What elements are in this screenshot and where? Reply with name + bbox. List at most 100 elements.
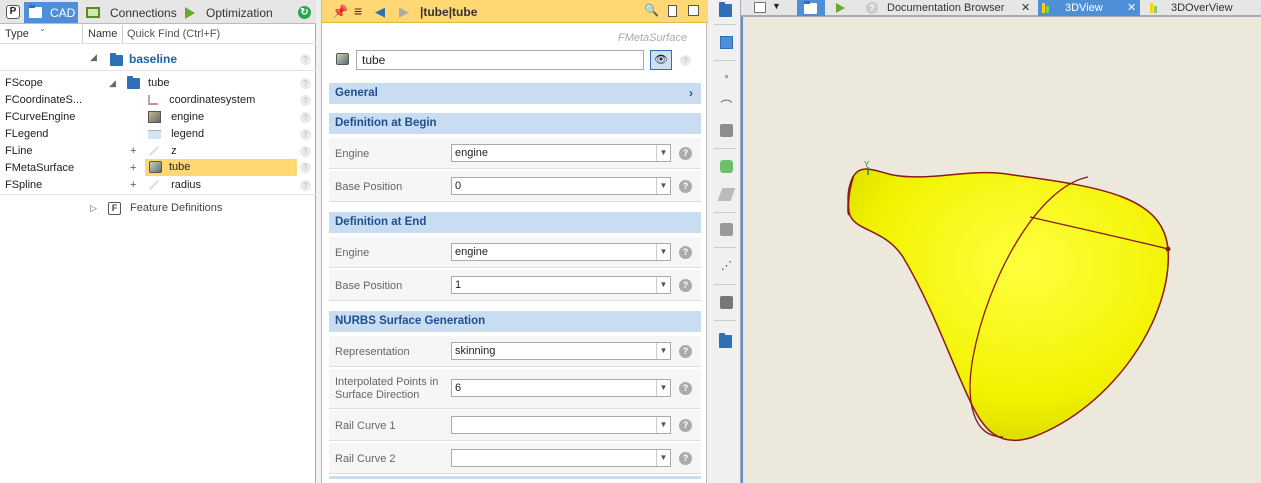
chevron-down-icon[interactable]: ▼: [656, 343, 670, 359]
surface-tool-icon[interactable]: [720, 124, 733, 137]
section-general[interactable]: General ›: [329, 83, 701, 104]
tree-item-coordinatesystem[interactable]: coordinatesystem: [148, 92, 255, 109]
header-type[interactable]: Type: [5, 25, 29, 43]
chevron-right-icon[interactable]: ›: [689, 83, 693, 104]
quick-find-input[interactable]: Quick Find (Ctrl+F): [127, 25, 220, 43]
refresh-icon[interactable]: ↻: [298, 6, 311, 19]
visibility-eye-icon[interactable]: 👁: [650, 50, 672, 70]
begin-engine-select[interactable]: engine ▼: [451, 144, 671, 162]
help-icon[interactable]: ?: [679, 279, 692, 292]
type-item[interactable]: FLine: [5, 143, 33, 160]
header-name[interactable]: Name: [88, 25, 117, 43]
point-tool-icon[interactable]: ∘: [720, 72, 733, 85]
begin-base-select[interactable]: 0 ▼: [451, 177, 671, 195]
document-icon[interactable]: [668, 5, 677, 17]
plane-tool-icon[interactable]: [717, 188, 736, 201]
object-tool-icon[interactable]: [720, 223, 733, 236]
section-general-label: General: [335, 87, 378, 99]
chevron-down-icon[interactable]: ▼: [656, 145, 670, 161]
menu-icon[interactable]: ≡: [354, 3, 362, 19]
help-icon[interactable]: ?: [679, 147, 692, 160]
3d-viewport[interactable]: Y: [741, 16, 1261, 483]
end-engine-select[interactable]: engine ▼: [451, 243, 671, 261]
folder-icon[interactable]: [719, 2, 732, 17]
layout-icon[interactable]: [754, 2, 766, 13]
collapse-triangle-icon[interactable]: ◢: [90, 52, 97, 63]
chevron-down-icon[interactable]: ▼: [656, 244, 670, 260]
curve-tool-icon[interactable]: ⌒: [720, 97, 733, 113]
tree-item-legend[interactable]: legend: [148, 126, 204, 143]
type-item[interactable]: FScope: [5, 75, 43, 92]
feature-definitions-row[interactable]: ▷ F Feature Definitions: [90, 200, 222, 217]
tab-optimization[interactable]: Optimization: [180, 2, 275, 23]
rail2-select[interactable]: ▼: [451, 449, 671, 467]
tab-connections[interactable]: Connections: [82, 2, 177, 23]
help-icon[interactable]: ?: [679, 419, 692, 432]
baseline-row[interactable]: ◢ baseline ?: [0, 47, 316, 71]
tab-folder[interactable]: [797, 0, 825, 16]
section-begin: Definition at Begin: [329, 113, 701, 134]
meta-surface-tool-icon[interactable]: [720, 160, 733, 173]
tree-item-tube-selected[interactable]: tube: [145, 159, 297, 176]
representation-select[interactable]: skinning ▼: [451, 342, 671, 360]
help-icon[interactable]: ?: [679, 345, 692, 358]
back-arrow-icon[interactable]: ◀: [375, 4, 385, 20]
rail1-label: Rail Curve 1: [335, 420, 396, 432]
help-icon[interactable]: ?: [679, 452, 692, 465]
forward-arrow-icon[interactable]: ▶: [399, 4, 409, 20]
folder-icon: [804, 0, 817, 14]
folder-icon[interactable]: [719, 333, 732, 348]
interp-points-select[interactable]: 6 ▼: [451, 379, 671, 397]
tab-play[interactable]: [827, 0, 857, 16]
tree-item-radius[interactable]: radius: [148, 177, 201, 194]
window-icon[interactable]: [688, 5, 699, 16]
tree-item-tube-scope[interactable]: ◢ tube: [109, 75, 309, 92]
interp-points-value: 6: [455, 382, 462, 394]
tree-item-label: z: [171, 145, 177, 157]
help-icon[interactable]: ?: [679, 180, 692, 193]
tab-documentation-browser[interactable]: ? Documentation Browser: [866, 0, 1036, 16]
end-engine-value: engine: [455, 246, 489, 258]
expand-triangle-icon[interactable]: ▷: [90, 203, 97, 213]
properties-panel: 📌 ≡ ◀ ▶ |tube|tube 🔍 FMetaSurface tube 👁…: [321, 0, 708, 483]
expand-plus[interactable]: +: [130, 143, 136, 160]
tab-3dview[interactable]: 3DView: [1038, 0, 1140, 16]
help-icon[interactable]: ?: [679, 246, 692, 259]
collapse-triangle-icon[interactable]: ◢: [109, 78, 116, 88]
view-tab-bar: ▼ ? Documentation Browser ✕ 3DView ✕ 3DO…: [741, 0, 1261, 16]
tree-item-label: engine: [171, 111, 205, 123]
type-item[interactable]: FLegend: [5, 126, 48, 143]
close-icon[interactable]: ✕: [1127, 1, 1136, 14]
chevron-down-icon[interactable]: ▼: [656, 277, 670, 293]
type-item[interactable]: FCurveEngine: [5, 109, 75, 126]
chevron-down-icon[interactable]: ▼: [656, 178, 670, 194]
name-field[interactable]: tube: [356, 50, 644, 70]
p-button[interactable]: P: [6, 5, 20, 19]
expand-plus[interactable]: +: [130, 177, 136, 194]
chart-icon-bar: [1046, 6, 1049, 13]
rail1-select[interactable]: ▼: [451, 416, 671, 434]
search-icon[interactable]: 🔍: [644, 3, 659, 17]
expand-plus[interactable]: +: [130, 160, 136, 177]
solid-tool-icon[interactable]: [720, 296, 733, 309]
chevron-down-icon[interactable]: ▼: [772, 1, 781, 11]
type-item[interactable]: FMetaSurface: [5, 160, 74, 177]
dotted-line-tool-icon[interactable]: ⋰: [720, 259, 733, 272]
select-tool-icon[interactable]: [720, 36, 733, 49]
pin-icon[interactable]: 📌: [332, 4, 348, 20]
tab-cad[interactable]: CAD: [24, 2, 78, 23]
tree-item-z[interactable]: z: [148, 143, 177, 160]
chevron-down-icon[interactable]: ▼: [656, 450, 670, 466]
chevron-down-icon[interactable]: ▼: [656, 380, 670, 396]
end-base-select[interactable]: 1 ▼: [451, 276, 671, 294]
type-item[interactable]: FSpline: [5, 177, 42, 194]
end-base-value: 1: [455, 279, 462, 291]
help-icon[interactable]: ?: [679, 382, 692, 395]
section-nurbs-label: NURBS Surface Generation: [335, 315, 486, 327]
tab-3doverview[interactable]: 3DOverView: [1146, 0, 1261, 16]
help-icon: ?: [300, 78, 311, 89]
chevron-down-icon[interactable]: ▼: [656, 417, 670, 433]
type-item[interactable]: FCoordinateS...: [5, 92, 82, 109]
close-icon[interactable]: ✕: [1021, 1, 1030, 14]
tree-item-engine[interactable]: engine: [148, 109, 204, 126]
